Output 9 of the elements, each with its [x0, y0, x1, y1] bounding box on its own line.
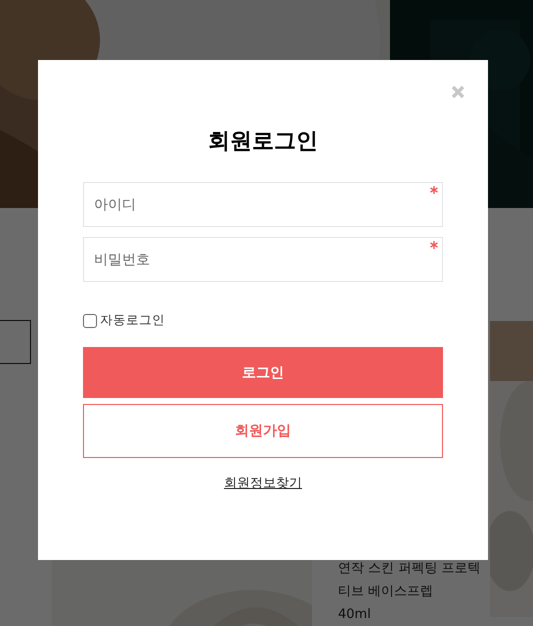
find-account-link[interactable]: 회원정보찾기 [224, 474, 302, 492]
product-size: 40ml [338, 606, 372, 624]
login-button[interactable]: 로그인 [83, 347, 443, 398]
signup-button[interactable]: 회원가입 [83, 404, 443, 458]
auto-login-checkbox[interactable] [83, 314, 97, 328]
product-name: 연작 스킨 퍼펙팅 프로텍티브 베이스프렙 [338, 560, 482, 601]
input-field[interactable]: 비밀번호 [83, 237, 443, 282]
outlined-box [0, 320, 31, 364]
auto-login-label: 자동로그인 [100, 312, 165, 329]
